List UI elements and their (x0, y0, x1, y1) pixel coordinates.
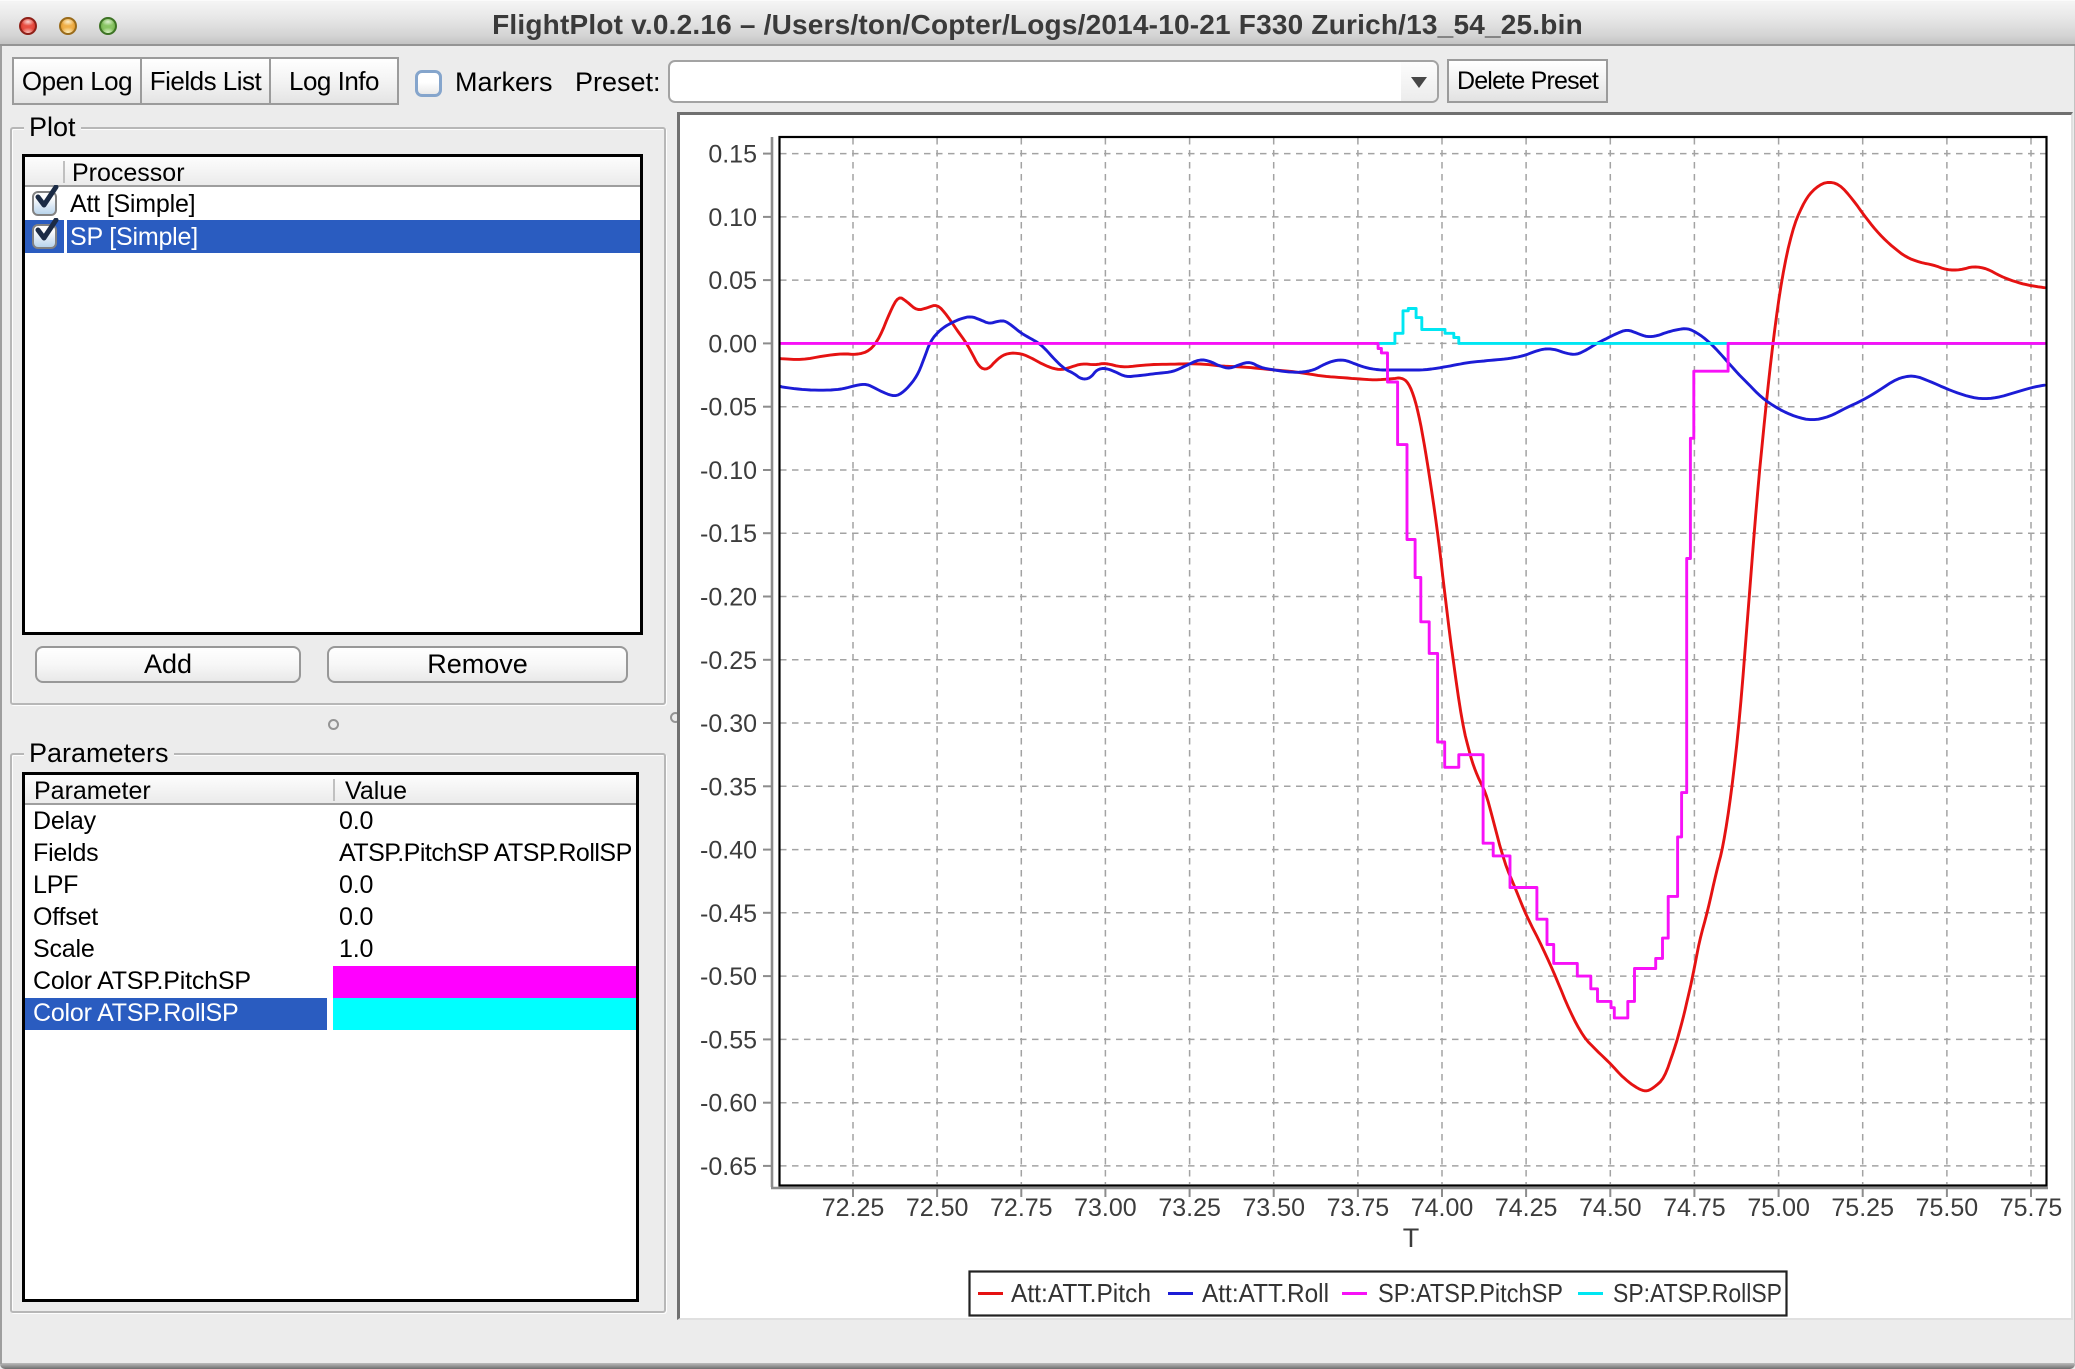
svg-text:-0.05: -0.05 (700, 394, 757, 422)
svg-text:0.05: 0.05 (708, 267, 757, 295)
svg-text:72.50: 72.50 (906, 1194, 969, 1222)
svg-text:T: T (1403, 1223, 1420, 1253)
svg-text:-0.15: -0.15 (700, 520, 757, 548)
svg-text:-0.45: -0.45 (700, 900, 757, 928)
svg-text:73.25: 73.25 (1158, 1194, 1221, 1222)
svg-text:75.75: 75.75 (2000, 1194, 2063, 1222)
svg-text:SP:ATSP.RollSP: SP:ATSP.RollSP (1613, 1278, 1782, 1308)
svg-text:73.50: 73.50 (1242, 1194, 1305, 1222)
svg-text:-0.30: -0.30 (700, 710, 757, 738)
svg-text:0.10: 0.10 (708, 204, 757, 232)
svg-text:0.15: 0.15 (708, 141, 757, 169)
svg-text:-0.40: -0.40 (700, 837, 757, 865)
svg-text:72.75: 72.75 (990, 1194, 1053, 1222)
svg-text:74.50: 74.50 (1579, 1194, 1642, 1222)
svg-text:75.25: 75.25 (1831, 1194, 1894, 1222)
svg-text:-0.55: -0.55 (700, 1026, 757, 1054)
svg-text:Att:ATT.Pitch: Att:ATT.Pitch (1011, 1278, 1151, 1308)
svg-text:SP:ATSP.PitchSP: SP:ATSP.PitchSP (1378, 1278, 1563, 1308)
svg-text:72.25: 72.25 (822, 1194, 885, 1222)
svg-text:-0.50: -0.50 (700, 963, 757, 991)
svg-text:74.75: 74.75 (1663, 1194, 1726, 1222)
svg-text:75.00: 75.00 (1747, 1194, 1810, 1222)
svg-text:73.00: 73.00 (1074, 1194, 1137, 1222)
svg-text:-0.20: -0.20 (700, 584, 757, 612)
svg-text:74.00: 74.00 (1411, 1194, 1474, 1222)
svg-text:0.00: 0.00 (708, 330, 757, 358)
svg-text:75.50: 75.50 (1916, 1194, 1979, 1222)
svg-text:Att:ATT.Roll: Att:ATT.Roll (1202, 1278, 1329, 1308)
svg-text:-0.25: -0.25 (700, 647, 757, 675)
svg-text:74.25: 74.25 (1495, 1194, 1558, 1222)
svg-text:-0.65: -0.65 (700, 1153, 757, 1181)
svg-text:-0.10: -0.10 (700, 457, 757, 485)
svg-text:73.75: 73.75 (1327, 1194, 1390, 1222)
svg-text:-0.60: -0.60 (700, 1090, 757, 1118)
svg-text:-0.35: -0.35 (700, 773, 757, 801)
